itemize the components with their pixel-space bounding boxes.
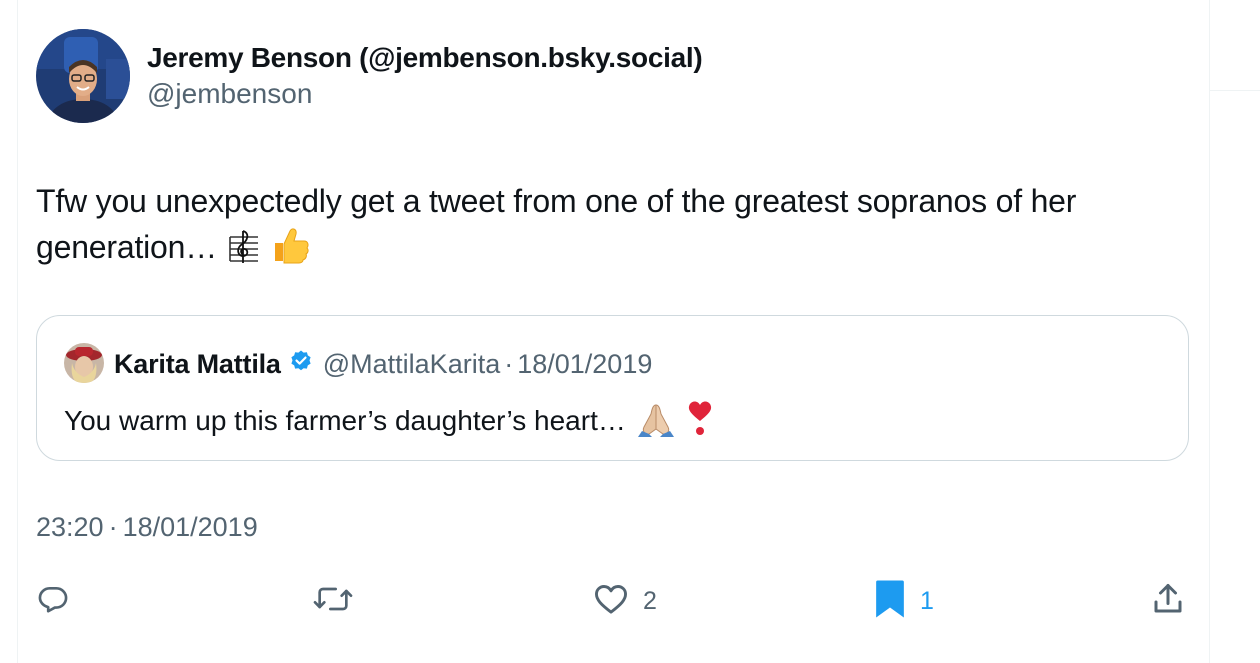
like-button[interactable]: 2 [593,578,657,624]
left-border [17,0,18,663]
like-count: 2 [643,586,657,615]
timestamp-date: 18/01/2019 [122,512,258,542]
heart-icon [593,583,629,620]
bookmark-count: 1 [920,586,934,615]
quoted-text: You warm up this farmer’s daughter’s hea… [64,405,626,436]
quoted-separator: · [504,348,514,379]
quoted-header: Karita Mattila @MattilaKarita · 18/01/20… [114,347,652,381]
share-icon [1150,581,1186,622]
quoted-author-handle[interactable]: @MattilaKarita [323,349,500,380]
thumbs-up-icon [270,225,310,277]
quoted-avatar[interactable] [64,343,104,383]
retweet-button[interactable] [312,578,368,624]
verified-badge-icon [289,349,313,380]
author-name[interactable]: Jeremy Benson (@jembenson.bsky.social) [147,42,703,74]
musical-score-icon [228,229,260,277]
quoted-body: You warm up this farmer’s daughter’s hea… [64,399,715,444]
right-border [1209,0,1210,663]
quoted-tweet[interactable]: Karita Mattila @MattilaKarita · 18/01/20… [36,315,1189,461]
retweet-icon [312,583,354,620]
folded-hands-icon [636,401,676,444]
author-handle[interactable]: @jembenson [147,78,312,110]
bookmark-button[interactable]: 1 [874,578,934,624]
action-bar: 2 1 [0,578,1260,624]
author-avatar[interactable] [36,29,130,123]
tweet-text: Tfw you unexpectedly get a tweet from on… [36,183,1077,265]
reply-button[interactable] [37,578,83,624]
tweet-body: Tfw you unexpectedly get a tweet from on… [36,178,1196,277]
quoted-author-name[interactable]: Karita Mattila [114,349,281,380]
right-column-divider [1210,90,1260,91]
tweet-timestamp[interactable]: 23:20 · 18/01/2019 [36,512,258,543]
quoted-date[interactable]: 18/01/2019 [517,349,652,380]
timestamp-separator: · [108,512,118,542]
bookmark-icon [874,579,906,624]
reply-icon [37,583,69,620]
timestamp-time: 23:20 [36,512,104,542]
share-button[interactable] [1150,578,1200,624]
heart-exclamation-icon [685,399,715,444]
